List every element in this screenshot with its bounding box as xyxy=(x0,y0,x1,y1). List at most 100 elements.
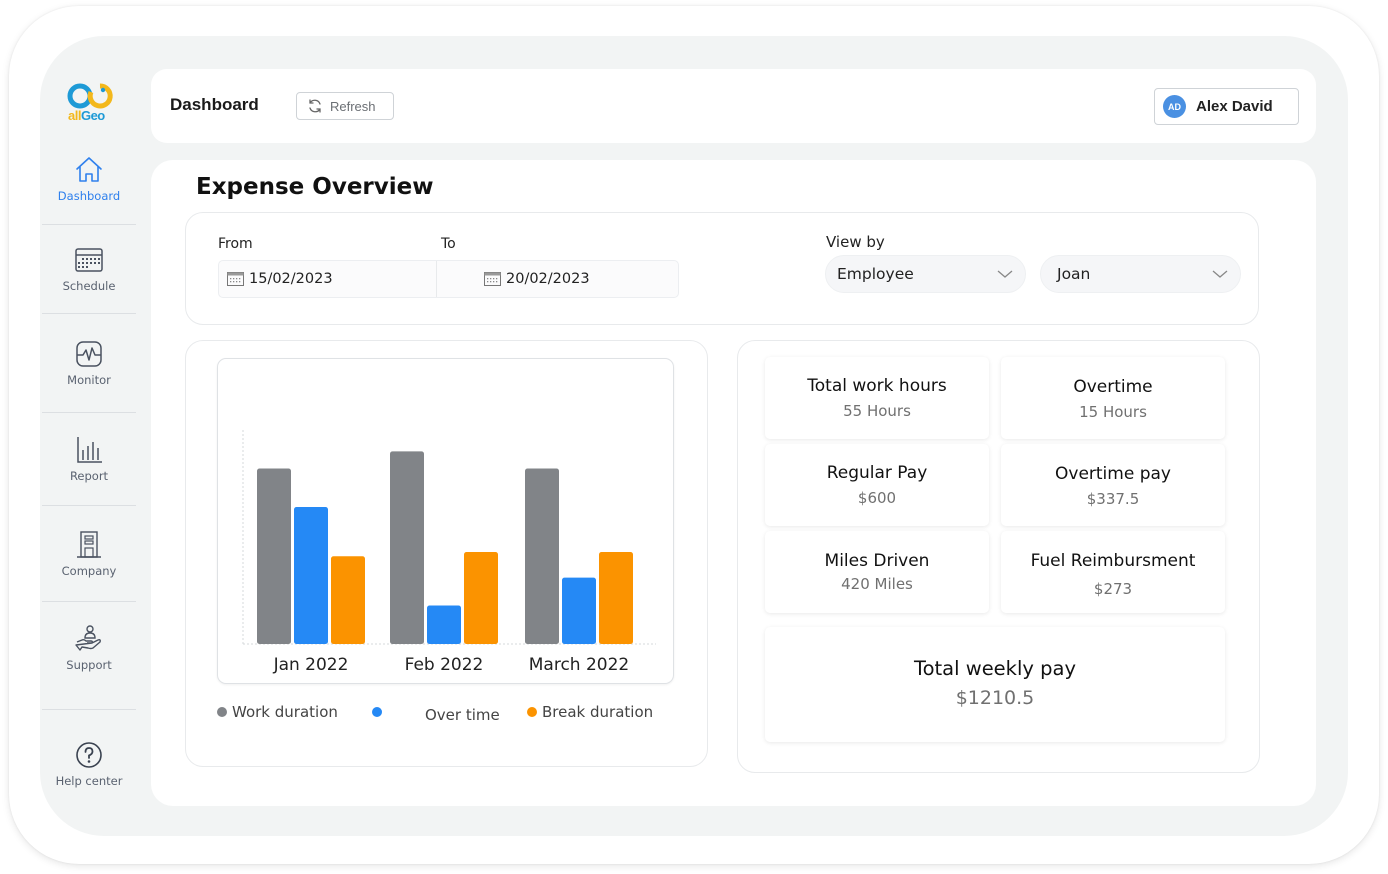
chevron-down-icon xyxy=(997,270,1013,278)
legend-dot-break-duration xyxy=(527,707,537,717)
refresh-icon xyxy=(309,99,321,113)
stat-card-overtime: Overtime 15 Hours xyxy=(1001,357,1225,439)
user-name: Alex David xyxy=(1196,98,1273,115)
stat-title: Total work hours xyxy=(807,376,947,396)
stat-value: 55 Hours xyxy=(843,402,911,420)
question-circle-icon xyxy=(76,742,102,768)
to-date-field[interactable]: 20/02/2023 xyxy=(484,261,590,297)
from-date-field[interactable]: 15/02/2023 xyxy=(227,261,333,297)
sidebar: allGeo Dashboard Schedule Monitor Report… xyxy=(42,70,136,810)
stat-card-total-weekly-pay: Total weekly pay $1210.5 xyxy=(765,627,1225,742)
refresh-label: Refresh xyxy=(330,98,376,114)
stat-title: Regular Pay xyxy=(826,463,928,483)
sidebar-item-company[interactable]: Company xyxy=(42,529,136,578)
calendar-icon xyxy=(484,272,501,286)
sidebar-item-support[interactable]: Support xyxy=(42,623,136,672)
page-header-title: Dashboard xyxy=(170,95,259,114)
sidebar-item-help-center[interactable]: Help center xyxy=(42,739,136,788)
total-title: Total weekly pay xyxy=(914,657,1076,680)
stat-card-regular-pay: Regular Pay $600 xyxy=(765,444,989,526)
legend-item-break-duration[interactable]: Break duration xyxy=(527,703,653,721)
calendar-icon xyxy=(227,272,244,286)
logo-text: allGeo xyxy=(68,108,105,123)
stat-value: $337.5 xyxy=(1086,490,1140,508)
hand-person-icon xyxy=(75,625,101,651)
bar-break-duration-feb-2022 xyxy=(464,551,498,644)
page-title: Expense Overview xyxy=(196,174,434,200)
chart-legend: Work duration Over time Break duration xyxy=(217,701,677,731)
view-by-value: Employee xyxy=(837,265,914,283)
chart-panel: Jan 2022 Feb 2022 March 2022 Work duration… xyxy=(185,340,708,767)
sidebar-item-label: Schedule xyxy=(62,279,116,293)
bar-break-duration-march-2022 xyxy=(599,551,633,644)
from-date-value: 15/02/2023 xyxy=(249,271,333,287)
nav-divider xyxy=(42,313,136,314)
user-menu-button[interactable]: AD Alex David xyxy=(1154,88,1299,125)
bar-break-duration-jan-2022 xyxy=(331,556,365,644)
stat-title: Miles Driven xyxy=(824,551,930,571)
x-tick-label: Feb 2022 xyxy=(405,655,484,675)
stat-value: 420 Miles xyxy=(841,575,913,593)
stat-title: Overtime xyxy=(1073,377,1153,397)
sidebar-item-dashboard[interactable]: Dashboard xyxy=(42,154,136,203)
building-icon xyxy=(77,531,101,558)
bar-over-time-jan-2022 xyxy=(294,507,328,644)
bar-chart-icon xyxy=(77,437,102,463)
to-date-value: 20/02/2023 xyxy=(506,271,590,287)
refresh-button[interactable]: Refresh xyxy=(296,92,394,120)
stat-value: $273 xyxy=(1093,580,1133,598)
legend-label: Over time xyxy=(425,706,500,724)
legend-item-work-duration[interactable]: Work duration xyxy=(217,703,338,721)
sidebar-item-monitor[interactable]: Monitor xyxy=(42,338,136,387)
chart-frame: Jan 2022 Feb 2022 March 2022 xyxy=(217,358,674,684)
legend-item-over-time[interactable]: Over time xyxy=(372,703,500,724)
legend-dot-work-duration xyxy=(217,707,227,717)
stat-card-fuel-reimbursement: Fuel Reimbursment $273 xyxy=(1001,531,1225,613)
from-label: From xyxy=(218,236,253,252)
stats-panel: Total work hours 55 Hours Overtime 15 Ho… xyxy=(737,340,1260,773)
main-card: Expense Overview From To 15/02/2023 20/0… xyxy=(151,160,1316,806)
stat-card-total-work-hours: Total work hours 55 Hours xyxy=(765,357,989,439)
nav-divider xyxy=(42,505,136,506)
sidebar-item-report[interactable]: Report xyxy=(42,434,136,483)
nav-divider xyxy=(42,224,136,225)
avatar: AD xyxy=(1163,95,1186,118)
sidebar-item-label: Help center xyxy=(55,774,123,788)
nav-divider xyxy=(42,412,136,413)
bar-over-time-feb-2022 xyxy=(427,605,461,644)
pulse-monitor-icon xyxy=(76,341,102,367)
stat-value: $600 xyxy=(857,489,897,507)
stat-title: Overtime pay xyxy=(1055,464,1171,484)
stat-card-overtime-pay: Overtime pay $337.5 xyxy=(1001,444,1225,526)
employee-select[interactable]: Joan xyxy=(1040,255,1241,293)
nav-divider xyxy=(42,601,136,602)
bar-work-duration-feb-2022 xyxy=(390,451,424,644)
x-tick-label: Jan 2022 xyxy=(273,655,349,675)
view-by-label: View by xyxy=(826,233,885,251)
sidebar-item-label: Report xyxy=(69,469,109,483)
to-label: To xyxy=(441,236,456,252)
calendar-icon xyxy=(75,248,103,272)
bar-chart: Jan 2022 Feb 2022 March 2022 xyxy=(242,430,656,675)
stat-card-miles-driven: Miles Driven 420 Miles xyxy=(765,531,989,613)
bar-work-duration-march-2022 xyxy=(525,468,559,644)
home-icon xyxy=(76,157,102,182)
legend-label: Work duration xyxy=(232,703,338,721)
nav-divider xyxy=(42,709,136,710)
filter-panel: From To 15/02/2023 20/02/2023 View by Em… xyxy=(185,212,1259,325)
view-by-select[interactable]: Employee xyxy=(825,255,1026,293)
bar-work-duration-jan-2022 xyxy=(257,468,291,644)
chevron-down-icon xyxy=(1212,270,1228,278)
employee-value: Joan xyxy=(1057,265,1091,283)
x-tick-label: March 2022 xyxy=(529,655,630,675)
sidebar-item-schedule[interactable]: Schedule xyxy=(42,244,136,293)
top-header: Dashboard Refresh AD Alex David xyxy=(151,69,1316,143)
date-range-picker: 15/02/2023 20/02/2023 xyxy=(218,260,679,298)
bar-over-time-march-2022 xyxy=(562,577,596,644)
sidebar-item-label: Support xyxy=(66,658,112,672)
stat-title: Fuel Reimbursment xyxy=(1030,551,1196,571)
legend-dot-over-time xyxy=(372,707,382,717)
sidebar-item-label: Monitor xyxy=(67,373,111,387)
sidebar-item-label: Dashboard xyxy=(57,189,121,203)
stat-value: 15 Hours xyxy=(1079,403,1147,421)
